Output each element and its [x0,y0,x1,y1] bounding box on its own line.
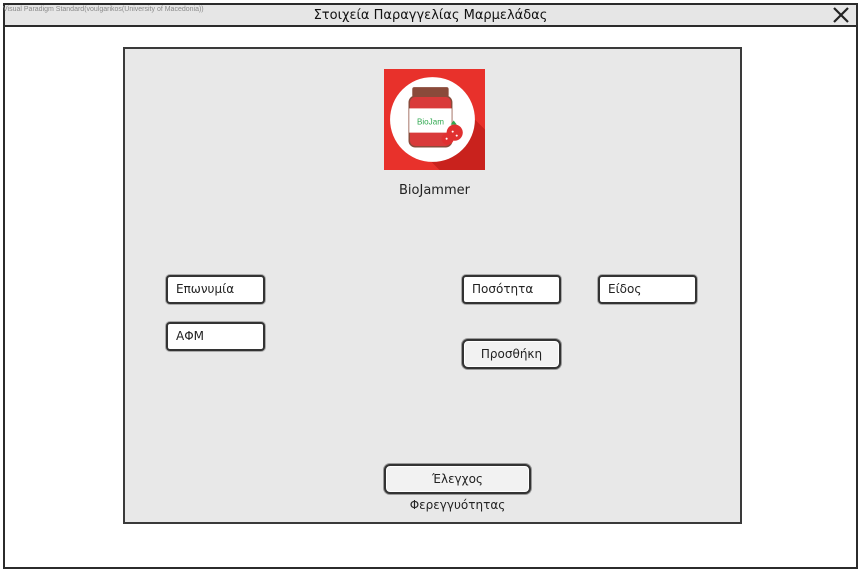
logo-label: BioJam [417,118,444,127]
window-title: Στοιχεία Παραγγελίας Μαρμελάδας [313,8,548,23]
company-name-field[interactable]: Επωνυμία [166,275,265,304]
add-button[interactable]: Προσθήκη [462,339,561,369]
title-bar: Visual Paradigm Standard(voulgarikos(Uni… [3,5,856,27]
biojam-logo: BioJam [384,69,485,170]
credit-check-button[interactable]: Έλεγχος Φερεγγυότητας [384,464,531,512]
order-window: Visual Paradigm Standard(voulgarikos(Uni… [3,3,858,569]
vat-number-field[interactable]: ΑΦΜ [166,322,265,351]
close-icon[interactable] [832,6,850,24]
brand-name: BioJammer [399,183,470,198]
product-type-field[interactable]: Είδος [598,275,697,304]
form-panel: BioJam BioJammer Επωνυμία ΑΦΜ Ποσότητα Ε… [123,47,742,524]
quantity-field[interactable]: Ποσότητα [462,275,561,304]
